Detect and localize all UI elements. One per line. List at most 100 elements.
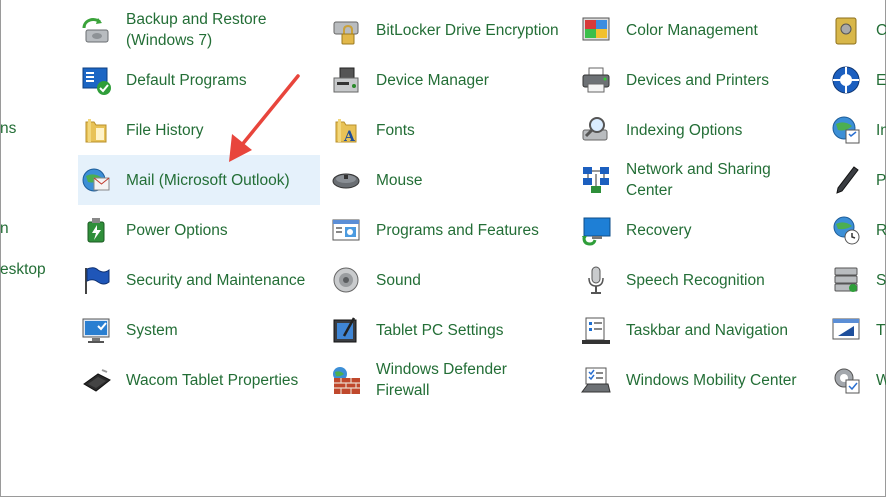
item-taskbar-navigation[interactable]: Taskbar and Navigation — [578, 305, 820, 355]
item-troubleshooting-partial[interactable]: Tr — [828, 305, 886, 355]
item-internet-options-partial[interactable]: In — [828, 105, 886, 155]
item-wacom-tablet[interactable]: Wacom Tablet Properties — [78, 355, 320, 405]
item-credential-partial[interactable]: C — [828, 5, 886, 55]
taskbar-icon — [580, 314, 612, 346]
file-history-icon — [80, 114, 112, 146]
item-storage-partial[interactable]: S — [828, 255, 886, 305]
item-windows-tools-partial[interactable]: W — [828, 355, 886, 405]
left-partial-item-3[interactable]: esktop — [0, 261, 46, 279]
item-bitlocker[interactable]: BitLocker Drive Encryption — [328, 5, 570, 55]
item-sound[interactable]: Sound — [328, 255, 570, 305]
item-mobility-center[interactable]: Windows Mobility Center — [578, 355, 820, 405]
color-management-icon — [580, 14, 612, 46]
mail-icon — [80, 164, 112, 196]
mobility-center-icon — [580, 364, 612, 396]
item-pen-touch-partial[interactable]: Pe — [828, 155, 886, 205]
item-label: Sound — [376, 271, 421, 289]
item-label: Device Manager — [376, 71, 489, 89]
item-label: Tablet PC Settings — [376, 321, 504, 339]
item-device-manager[interactable]: Device Manager — [328, 55, 570, 105]
item-label: BitLocker Drive Encryption — [376, 21, 559, 39]
item-label: In — [876, 121, 886, 139]
item-label: Programs and Features — [376, 221, 539, 239]
ease-of-access-icon — [830, 64, 862, 96]
item-label: Power Options — [126, 221, 228, 239]
default-programs-icon — [80, 64, 112, 96]
item-label: Windows Defender Firewall — [376, 361, 507, 399]
item-system[interactable]: System — [78, 305, 320, 355]
backup-restore-icon — [80, 14, 112, 46]
firewall-icon — [330, 364, 362, 396]
item-label: Taskbar and Navigation — [626, 321, 788, 339]
device-manager-icon — [330, 64, 362, 96]
left-partial-item-1[interactable]: ns — [0, 120, 16, 138]
bitlocker-icon — [330, 14, 362, 46]
item-file-history[interactable]: File History — [78, 105, 320, 155]
pen-touch-icon — [830, 164, 862, 196]
internet-options-icon — [830, 114, 862, 146]
item-ease-access-partial[interactable]: E — [828, 55, 886, 105]
item-speech-recognition[interactable]: Speech Recognition — [578, 255, 820, 305]
item-mouse[interactable]: Mouse — [328, 155, 570, 205]
printer-icon — [580, 64, 612, 96]
item-label: System — [126, 321, 178, 339]
item-label: Color Management — [626, 21, 758, 39]
tablet-pc-icon — [330, 314, 362, 346]
svg-text:A: A — [343, 129, 356, 145]
item-label: Security and Maintenance — [126, 271, 306, 289]
item-label: File History — [126, 121, 204, 139]
item-label: Speech Recognition — [626, 271, 765, 289]
programs-features-icon — [330, 214, 362, 246]
item-label: W — [876, 371, 886, 389]
item-fonts[interactable]: A Fonts — [328, 105, 570, 155]
wacom-tablet-icon — [80, 364, 112, 396]
item-windows-firewall[interactable]: Windows Defender Firewall — [328, 355, 570, 405]
recovery-icon — [580, 214, 612, 246]
item-power-options[interactable]: Power Options — [78, 205, 320, 255]
item-label: Indexing Options — [626, 121, 743, 139]
mouse-icon — [330, 164, 362, 196]
troubleshooting-icon — [830, 314, 862, 346]
item-label: Devices and Printers — [626, 71, 770, 89]
power-options-icon — [80, 214, 112, 246]
item-label: Recovery — [626, 221, 692, 239]
storage-spaces-icon — [830, 264, 862, 296]
item-label: Mail (Microsoft Outlook) — [126, 171, 290, 189]
windows-tools-icon — [830, 364, 862, 396]
item-backup-restore[interactable]: Backup and Restore (Windows 7) — [78, 5, 320, 55]
item-label: Tr — [876, 321, 886, 339]
fonts-icon: A — [330, 114, 362, 146]
item-tablet-pc-settings[interactable]: Tablet PC Settings — [328, 305, 570, 355]
item-label: Default Programs — [126, 71, 247, 89]
item-label: C — [876, 21, 886, 39]
item-default-programs[interactable]: Default Programs — [78, 55, 320, 105]
item-label: Backup and Restore (Windows 7) — [126, 11, 267, 49]
item-label: R — [876, 221, 886, 239]
item-label: Network and Sharing Center — [626, 161, 771, 199]
credential-icon — [830, 14, 862, 46]
microphone-icon — [580, 264, 612, 296]
item-devices-printers[interactable]: Devices and Printers — [578, 55, 820, 105]
item-mail-selected[interactable]: Mail (Microsoft Outlook) — [78, 155, 320, 205]
indexing-icon — [580, 114, 612, 146]
item-label: Mouse — [376, 171, 423, 189]
left-partial-item-2[interactable]: n — [0, 220, 9, 238]
network-icon — [580, 164, 612, 196]
item-label: E — [876, 71, 886, 89]
item-indexing-options[interactable]: Indexing Options — [578, 105, 820, 155]
item-security-maintenance[interactable]: Security and Maintenance — [78, 255, 320, 305]
item-label: Fonts — [376, 121, 415, 139]
item-recovery[interactable]: Recovery — [578, 205, 820, 255]
item-label: S — [876, 271, 886, 289]
item-label: Windows Mobility Center — [626, 371, 797, 389]
system-icon — [80, 314, 112, 346]
item-label: Pe — [876, 171, 886, 189]
security-flag-icon — [80, 264, 112, 296]
region-icon — [830, 214, 862, 246]
item-programs-features[interactable]: Programs and Features — [328, 205, 570, 255]
item-color-management[interactable]: Color Management — [578, 5, 820, 55]
item-region-partial[interactable]: R — [828, 205, 886, 255]
item-network-sharing[interactable]: Network and Sharing Center — [578, 155, 820, 205]
sound-icon — [330, 264, 362, 296]
item-label: Wacom Tablet Properties — [126, 371, 299, 389]
